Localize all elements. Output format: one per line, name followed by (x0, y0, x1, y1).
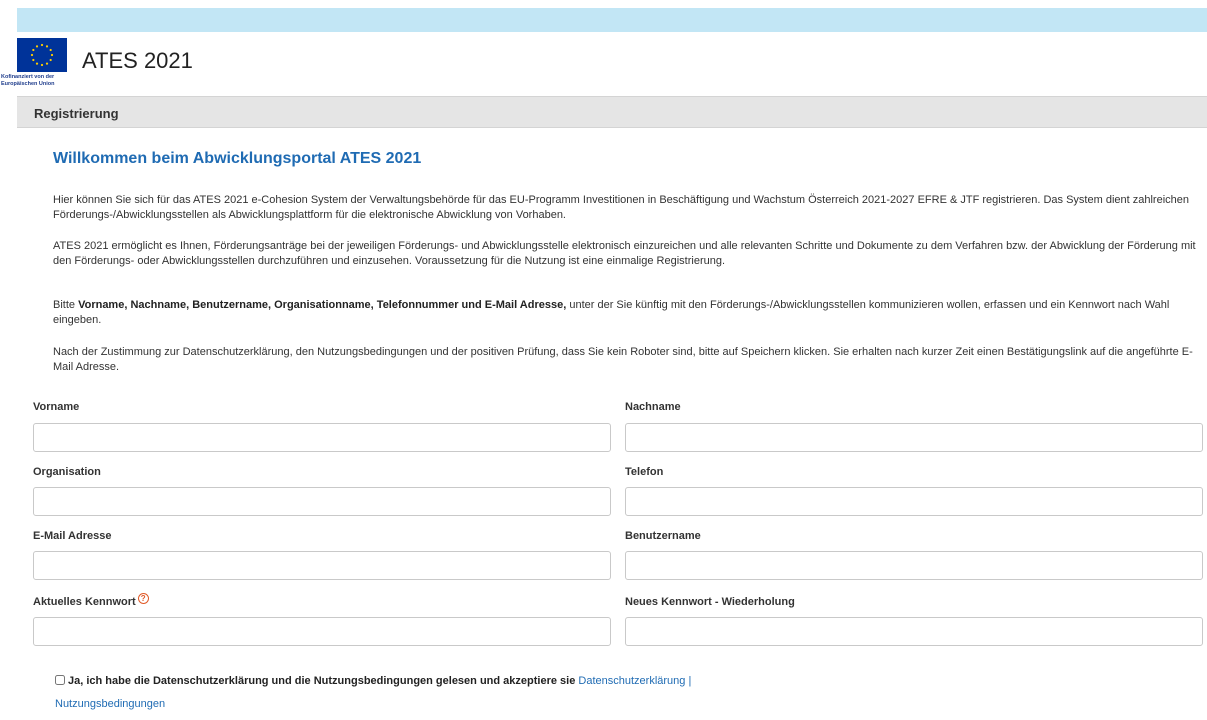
app-title: ATES 2021 (82, 48, 193, 73)
nachname-label: Nachname (625, 401, 681, 413)
kennwort-label: Aktuelles Kennwort (33, 596, 136, 608)
eu-star (32, 48, 35, 52)
terms-of-use-link[interactable]: Nutzungsbedingungen (55, 698, 165, 710)
vorname-input[interactable] (33, 423, 611, 452)
telefon-input[interactable] (625, 487, 1203, 516)
benutzername-label: Benutzername (625, 530, 701, 542)
benutzername-input[interactable] (625, 551, 1203, 580)
eu-star (35, 62, 39, 65)
intro-p3-prefix: Bitte (53, 299, 79, 311)
eu-star (35, 45, 39, 48)
email-label: E-Mail Adresse (33, 530, 112, 542)
eu-star (40, 63, 44, 67)
privacy-policy-link[interactable]: Datenschutzerklärung (578, 675, 685, 687)
eu-star (49, 48, 52, 52)
eu-star (32, 58, 35, 62)
consent-checkbox[interactable] (55, 675, 65, 685)
link-separator: | (688, 675, 692, 687)
eu-star (50, 53, 54, 57)
question-circle-icon[interactable]: ? (137, 593, 149, 604)
intro-paragraph-3: Bitte Vorname, Nachname, Benutzername, O… (53, 298, 1203, 328)
organisation-label: Organisation (33, 466, 101, 478)
top-banner (17, 8, 1207, 32)
terms-row: Nutzungsbedingungen (55, 698, 165, 710)
intro-paragraph-2: ATES 2021 ermöglicht es Ihnen, Förderung… (53, 240, 1196, 267)
vorname-label: Vorname (33, 401, 80, 413)
nachname-input[interactable] (625, 423, 1203, 452)
email-input[interactable] (33, 551, 611, 580)
section-header: Registrierung (17, 96, 1207, 128)
section-title: Registrierung (34, 106, 119, 121)
eu-star (30, 53, 34, 57)
intro-p3-required-fields: Vorname, Nachname, Benutzername, Organis… (78, 299, 567, 311)
welcome-heading: Willkommen beim Abwicklungsportal ATES 2… (53, 150, 422, 167)
kennwort-input[interactable] (33, 617, 611, 646)
intro-paragraph-1: Hier können Sie sich für das ATES 2021 e… (53, 194, 1189, 221)
eu-star (45, 45, 49, 48)
eu-star (45, 62, 49, 65)
kennwort-label-row: Aktuelles Kennwort? (33, 593, 149, 608)
eu-star (40, 43, 44, 47)
organisation-input[interactable] (33, 487, 611, 516)
eu-cofinanced-caption: Kofinanziert von der Europäischen Union (1, 74, 55, 87)
app-header: Kofinanziert von der Europäischen Union … (0, 32, 1207, 90)
kennwort-repeat-label: Neues Kennwort - Wiederholung (625, 596, 795, 608)
telefon-label: Telefon (625, 466, 664, 478)
consent-text: Ja, ich habe die Datenschutzerklärung un… (68, 675, 576, 687)
consent-row: Ja, ich habe die Datenschutzerklärung un… (55, 675, 691, 687)
kennwort-repeat-input[interactable] (625, 617, 1203, 646)
eu-star (49, 58, 52, 62)
intro-paragraph-4: Nach der Zustimmung zur Datenschutzerklä… (53, 346, 1193, 373)
eu-flag-logo (17, 38, 67, 72)
